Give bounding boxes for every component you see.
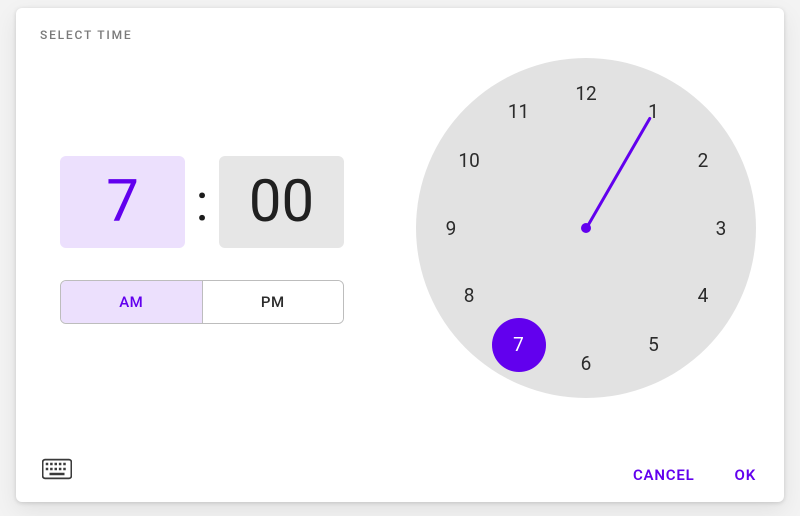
keyboard-icon — [42, 458, 72, 480]
dialog-title: SELECT TIME — [40, 28, 133, 42]
clock-number-1[interactable]: 1 — [636, 93, 672, 129]
clock-number-3[interactable]: 3 — [703, 210, 739, 246]
clock-dial: 7 12 12 3 456 8 9 10 11 — [416, 58, 756, 398]
clock-number-2[interactable]: 2 — [685, 143, 721, 179]
cancel-button[interactable]: CANCEL — [633, 466, 695, 484]
am-button[interactable]: AM — [61, 281, 203, 323]
clock-selected-hour[interactable]: 7 — [492, 318, 546, 372]
clock-number-9[interactable]: 9 — [433, 210, 469, 246]
pm-button[interactable]: PM — [203, 281, 344, 323]
time-picker-dialog: SELECT TIME 7 : 00 AM PM 7 12 12 3 456 8 9 10 1… — [16, 8, 784, 502]
clock-number-5[interactable]: 5 — [636, 327, 672, 363]
clock-number-4[interactable]: 4 — [685, 278, 721, 314]
ok-button[interactable]: OK — [735, 466, 756, 484]
clock-hand — [585, 116, 652, 228]
time-separator: : — [185, 172, 219, 233]
hour-field[interactable]: 7 — [60, 156, 185, 248]
clock-number-11[interactable]: 11 — [501, 93, 537, 129]
ampm-toggle: AM PM — [60, 280, 344, 324]
digital-time: 7 : 00 — [60, 156, 344, 248]
keyboard-input-button[interactable] — [42, 458, 72, 480]
clock-number-8[interactable]: 8 — [451, 278, 487, 314]
clock-center-dot — [581, 223, 591, 233]
minute-field[interactable]: 00 — [219, 156, 344, 248]
clock-number-12[interactable]: 12 — [568, 75, 604, 111]
clock-number-10[interactable]: 10 — [451, 143, 487, 179]
clock-number-6[interactable]: 6 — [568, 345, 604, 381]
dialog-actions: CANCEL OK — [633, 466, 756, 484]
